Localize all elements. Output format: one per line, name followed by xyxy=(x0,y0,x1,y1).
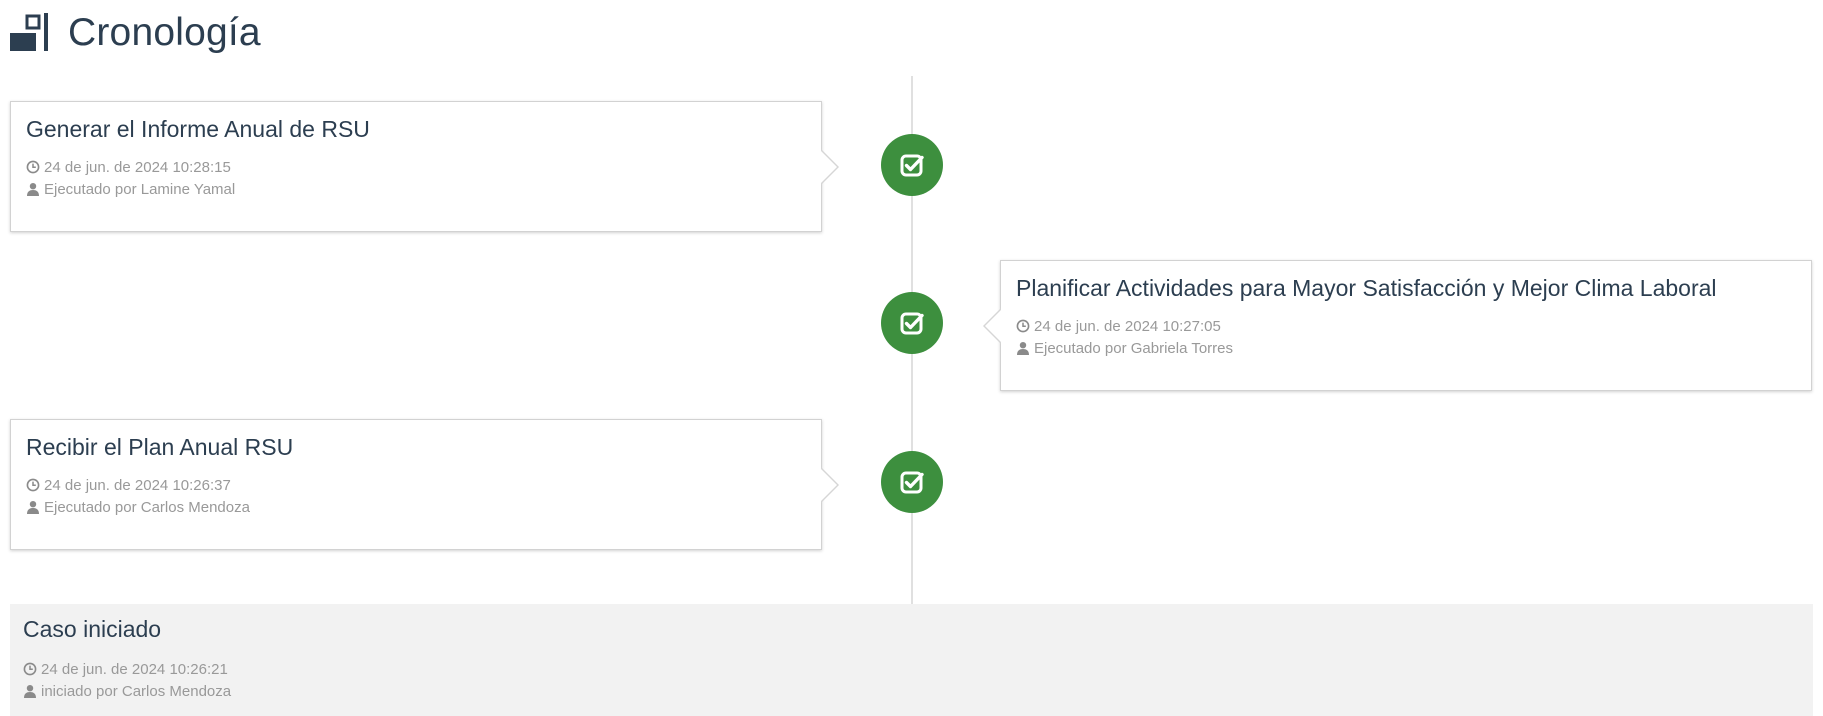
timeline-badge xyxy=(881,451,943,513)
event-datetime: 24 de jun. de 2024 10:26:37 xyxy=(26,474,806,496)
event-title: Planificar Actividades para Mayor Satisf… xyxy=(1016,275,1717,301)
check-square-icon xyxy=(900,154,924,177)
case-started-datetime: 24 de jun. de 2024 10:26:21 xyxy=(23,658,1800,680)
clock-icon xyxy=(1016,319,1030,333)
event-datetime-text: 24 de jun. de 2024 10:26:37 xyxy=(44,476,231,494)
event-title: Recibir el Plan Anual RSU xyxy=(26,434,294,460)
user-icon xyxy=(27,183,39,196)
user-icon xyxy=(1017,342,1029,355)
timeline-event-card: Generar el Informe Anual de RSU 24 de ju… xyxy=(10,101,839,232)
case-started-by-text: iniciado por Carlos Mendoza xyxy=(41,682,232,700)
event-title: Generar el Informe Anual de RSU xyxy=(26,116,370,142)
event-executor: Ejecutado por Carlos Mendoza xyxy=(26,496,806,518)
page-title: Cronología xyxy=(68,11,261,54)
page-header: Cronología xyxy=(10,8,261,58)
event-datetime-text: 24 de jun. de 2024 10:27:05 xyxy=(1034,317,1221,335)
timeline-event-card: Planificar Actividades para Mayor Satisf… xyxy=(983,260,1812,391)
check-square-icon xyxy=(900,312,924,335)
check-square-icon xyxy=(900,471,924,494)
case-started-by: iniciado por Carlos Mendoza xyxy=(23,680,1800,702)
event-datetime-text: 24 de jun. de 2024 10:28:15 xyxy=(44,158,231,176)
user-icon xyxy=(24,685,36,698)
event-executor-text: Ejecutado por Lamine Yamal xyxy=(44,180,236,198)
case-started-title: Caso iniciado xyxy=(23,616,162,642)
timeline-icon xyxy=(10,13,48,51)
event-datetime: 24 de jun. de 2024 10:27:05 xyxy=(1016,315,1796,337)
clock-icon xyxy=(23,662,37,676)
case-started-panel: Caso iniciado 24 de jun. de 2024 10:26:2… xyxy=(10,604,1813,716)
timeline-badge xyxy=(881,292,943,354)
user-icon xyxy=(27,501,39,514)
event-datetime: 24 de jun. de 2024 10:28:15 xyxy=(26,156,806,178)
event-executor: Ejecutado por Gabriela Torres xyxy=(1016,337,1796,359)
case-started-datetime-text: 24 de jun. de 2024 10:26:21 xyxy=(41,660,228,678)
clock-icon xyxy=(26,478,40,492)
clock-icon xyxy=(26,160,40,174)
timeline-event-card: Recibir el Plan Anual RSU 24 de jun. de … xyxy=(10,419,839,550)
timeline-badge xyxy=(881,134,943,196)
event-executor-text: Ejecutado por Gabriela Torres xyxy=(1034,339,1233,357)
event-executor-text: Ejecutado por Carlos Mendoza xyxy=(44,498,250,516)
event-executor: Ejecutado por Lamine Yamal xyxy=(26,178,806,200)
